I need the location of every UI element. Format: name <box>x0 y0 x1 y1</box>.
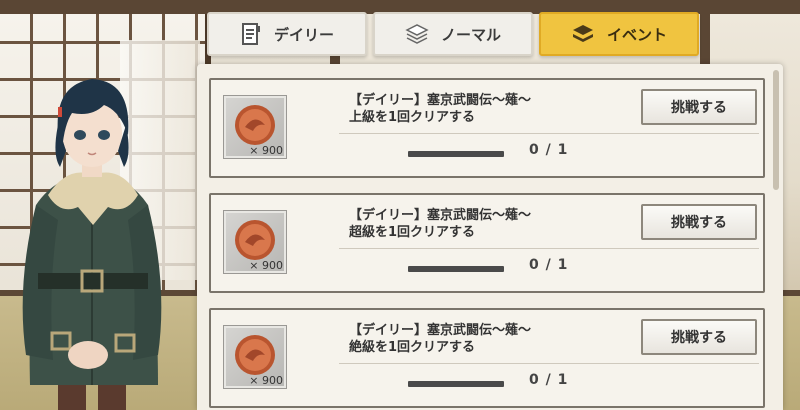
tab-normal-label: ノーマル <box>440 25 501 44</box>
character-portrait <box>22 79 162 410</box>
mission-tab-bar: デイリー ノーマル イベント <box>207 12 699 56</box>
mission-title-line2: 上級を1回クリアする <box>349 110 476 125</box>
reward-quantity: × 900 <box>249 259 283 272</box>
reward-slot: × 900 <box>223 95 287 159</box>
mission-item: × 900 【デイリー】塞京武闘伝～薙～ 超級を1回クリアする 挑戦する 0 /… <box>209 193 765 293</box>
bronze-medal-icon <box>235 335 275 375</box>
mission-title-line2: 超級を1回クリアする <box>349 225 476 240</box>
scrollbar[interactable] <box>773 70 779 190</box>
challenge-button[interactable]: 挑戦する <box>641 204 757 240</box>
reward-slot: × 900 <box>223 210 287 274</box>
mission-title-line1: 【デイリー】塞京武闘伝～薙～ <box>349 323 532 338</box>
mission-item: × 900 【デイリー】塞京武闘伝～薙～ 絶級を1回クリアする 挑戦する 0 /… <box>209 308 765 408</box>
progress-bar <box>408 151 504 157</box>
tab-event[interactable]: イベント <box>539 12 699 56</box>
progress-bar <box>408 381 504 387</box>
divider <box>339 133 759 134</box>
mission-title: 【デイリー】塞京武闘伝～薙～ 絶級を1回クリアする <box>349 322 649 356</box>
bronze-medal-icon <box>235 220 275 260</box>
mission-title-line1: 【デイリー】塞京武闘伝～薙～ <box>349 93 532 108</box>
progress-text: 0 / 1 <box>529 257 569 273</box>
reward-quantity: × 900 <box>249 374 283 387</box>
mission-item: × 900 【デイリー】塞京武闘伝～薙～ 上級を1回クリアする 挑戦する 0 /… <box>209 78 765 178</box>
bronze-medal-icon <box>235 105 275 145</box>
mission-title: 【デイリー】塞京武闘伝～薙～ 超級を1回クリアする <box>349 207 649 241</box>
divider <box>339 248 759 249</box>
reward-slot: × 900 <box>223 325 287 389</box>
challenge-button[interactable]: 挑戦する <box>641 319 757 355</box>
tab-daily[interactable]: デイリー <box>207 12 367 56</box>
tab-normal[interactable]: ノーマル <box>373 12 533 56</box>
mission-title-line2: 絶級を1回クリアする <box>349 340 476 355</box>
progress-text: 0 / 1 <box>529 372 569 388</box>
progress-bar <box>408 266 504 272</box>
event-books-icon <box>572 25 593 42</box>
tab-daily-label: デイリー <box>273 25 334 44</box>
tab-event-label: イベント <box>606 25 667 44</box>
reward-quantity: × 900 <box>249 144 283 157</box>
challenge-button[interactable]: 挑戦する <box>641 89 757 125</box>
divider <box>339 363 759 364</box>
mission-title: 【デイリー】塞京武闘伝～薙～ 上級を1回クリアする <box>349 92 649 126</box>
mission-title-line1: 【デイリー】塞京武闘伝～薙～ <box>349 208 532 223</box>
normal-stack-icon <box>405 24 429 44</box>
daily-clipboard-icon <box>241 23 260 45</box>
mission-list-panel[interactable]: × 900 【デイリー】塞京武闘伝～薙～ 上級を1回クリアする 挑戦する 0 /… <box>197 64 783 410</box>
progress-text: 0 / 1 <box>529 142 569 158</box>
